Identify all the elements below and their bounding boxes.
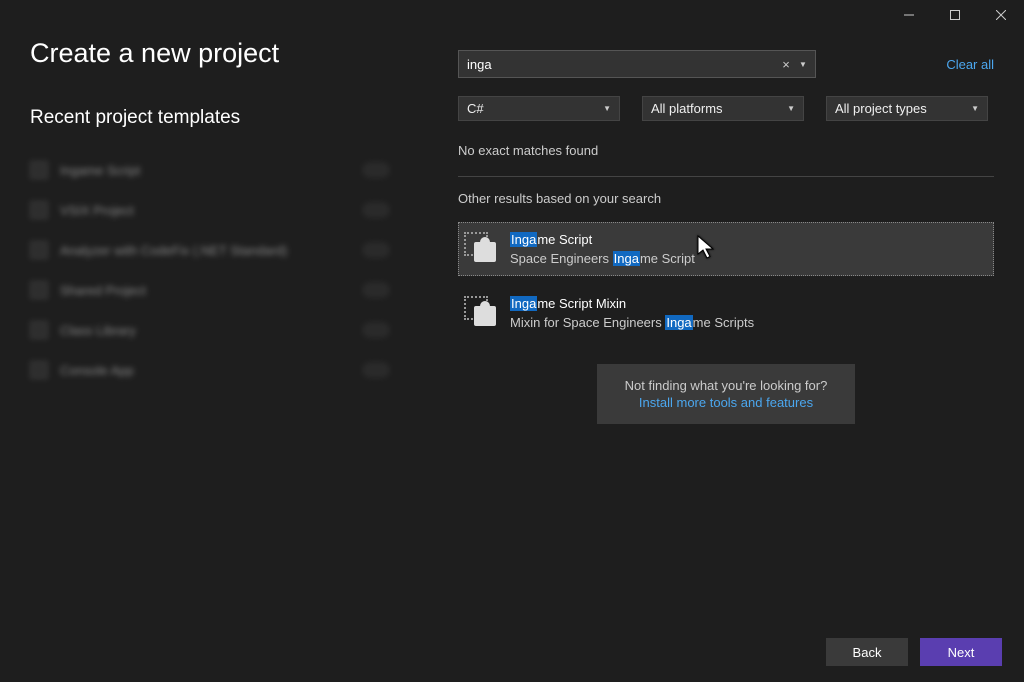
other-results-heading: Other results based on your search — [458, 191, 994, 206]
maximize-button[interactable] — [932, 0, 978, 30]
result-description: Space Engineers Ingame Script — [510, 251, 695, 266]
language-badge — [362, 202, 390, 218]
prompt-text: Not finding what you're looking for? — [625, 378, 828, 393]
result-title: Ingame Script Mixin — [510, 296, 754, 311]
project-type-filter-label: All project types — [835, 101, 927, 116]
no-matches-text: No exact matches found — [458, 143, 994, 158]
template-icon — [30, 201, 48, 219]
result-title: Ingame Script — [510, 232, 695, 247]
result-description: Mixin for Space Engineers Ingame Scripts — [510, 315, 754, 330]
language-badge — [362, 362, 390, 378]
language-badge — [362, 242, 390, 258]
chevron-down-icon: ▼ — [787, 104, 795, 113]
language-filter[interactable]: C# ▼ — [458, 96, 620, 121]
chevron-down-icon: ▼ — [603, 104, 611, 113]
platform-filter[interactable]: All platforms ▼ — [642, 96, 804, 121]
recent-template-item[interactable]: Analyzer with CodeFix (.NET Standard) — [30, 241, 430, 259]
search-box[interactable]: × ▼ — [458, 50, 816, 78]
recent-template-item[interactable]: Console App — [30, 361, 430, 379]
minimize-button[interactable] — [886, 0, 932, 30]
chevron-down-icon: ▼ — [971, 104, 979, 113]
recent-template-label: VSIX Project — [60, 203, 350, 218]
install-tools-link[interactable]: Install more tools and features — [625, 395, 828, 410]
install-tools-prompt: Not finding what you're looking for? Ins… — [597, 364, 856, 424]
recent-template-label: Ingame Script — [60, 163, 350, 178]
next-button[interactable]: Next — [920, 638, 1002, 666]
search-result-item[interactable]: Ingame Script Space Engineers Ingame Scr… — [458, 222, 994, 276]
language-filter-label: C# — [467, 101, 484, 116]
page-title: Create a new project — [30, 38, 430, 69]
template-icon — [30, 321, 48, 339]
close-button[interactable] — [978, 0, 1024, 30]
clear-all-link[interactable]: Clear all — [946, 57, 994, 72]
back-button[interactable]: Back — [826, 638, 908, 666]
template-icon — [30, 361, 48, 379]
recent-template-label: Analyzer with CodeFix (.NET Standard) — [60, 243, 350, 258]
recent-templates-heading: Recent project templates — [30, 107, 430, 129]
search-result-item[interactable]: Ingame Script Mixin Mixin for Space Engi… — [458, 286, 994, 340]
search-input[interactable] — [459, 53, 775, 76]
recent-template-item[interactable]: Shared Project — [30, 281, 430, 299]
language-badge — [362, 282, 390, 298]
recent-template-label: Class Library — [60, 323, 350, 338]
language-badge — [362, 322, 390, 338]
recent-template-label: Shared Project — [60, 283, 350, 298]
template-icon — [30, 241, 48, 259]
language-badge — [362, 162, 390, 178]
divider — [458, 176, 994, 177]
platform-filter-label: All platforms — [651, 101, 723, 116]
search-clear-icon[interactable]: × — [775, 57, 797, 72]
recent-template-label: Console App — [60, 363, 350, 378]
project-type-filter[interactable]: All project types ▼ — [826, 96, 988, 121]
template-icon — [466, 298, 496, 328]
recent-template-item[interactable]: Class Library — [30, 321, 430, 339]
recent-template-item[interactable]: Ingame Script — [30, 161, 430, 179]
recent-template-item[interactable]: VSIX Project — [30, 201, 430, 219]
search-dropdown-icon[interactable]: ▼ — [797, 60, 815, 69]
template-icon — [30, 281, 48, 299]
template-icon — [466, 234, 496, 264]
template-icon — [30, 161, 48, 179]
